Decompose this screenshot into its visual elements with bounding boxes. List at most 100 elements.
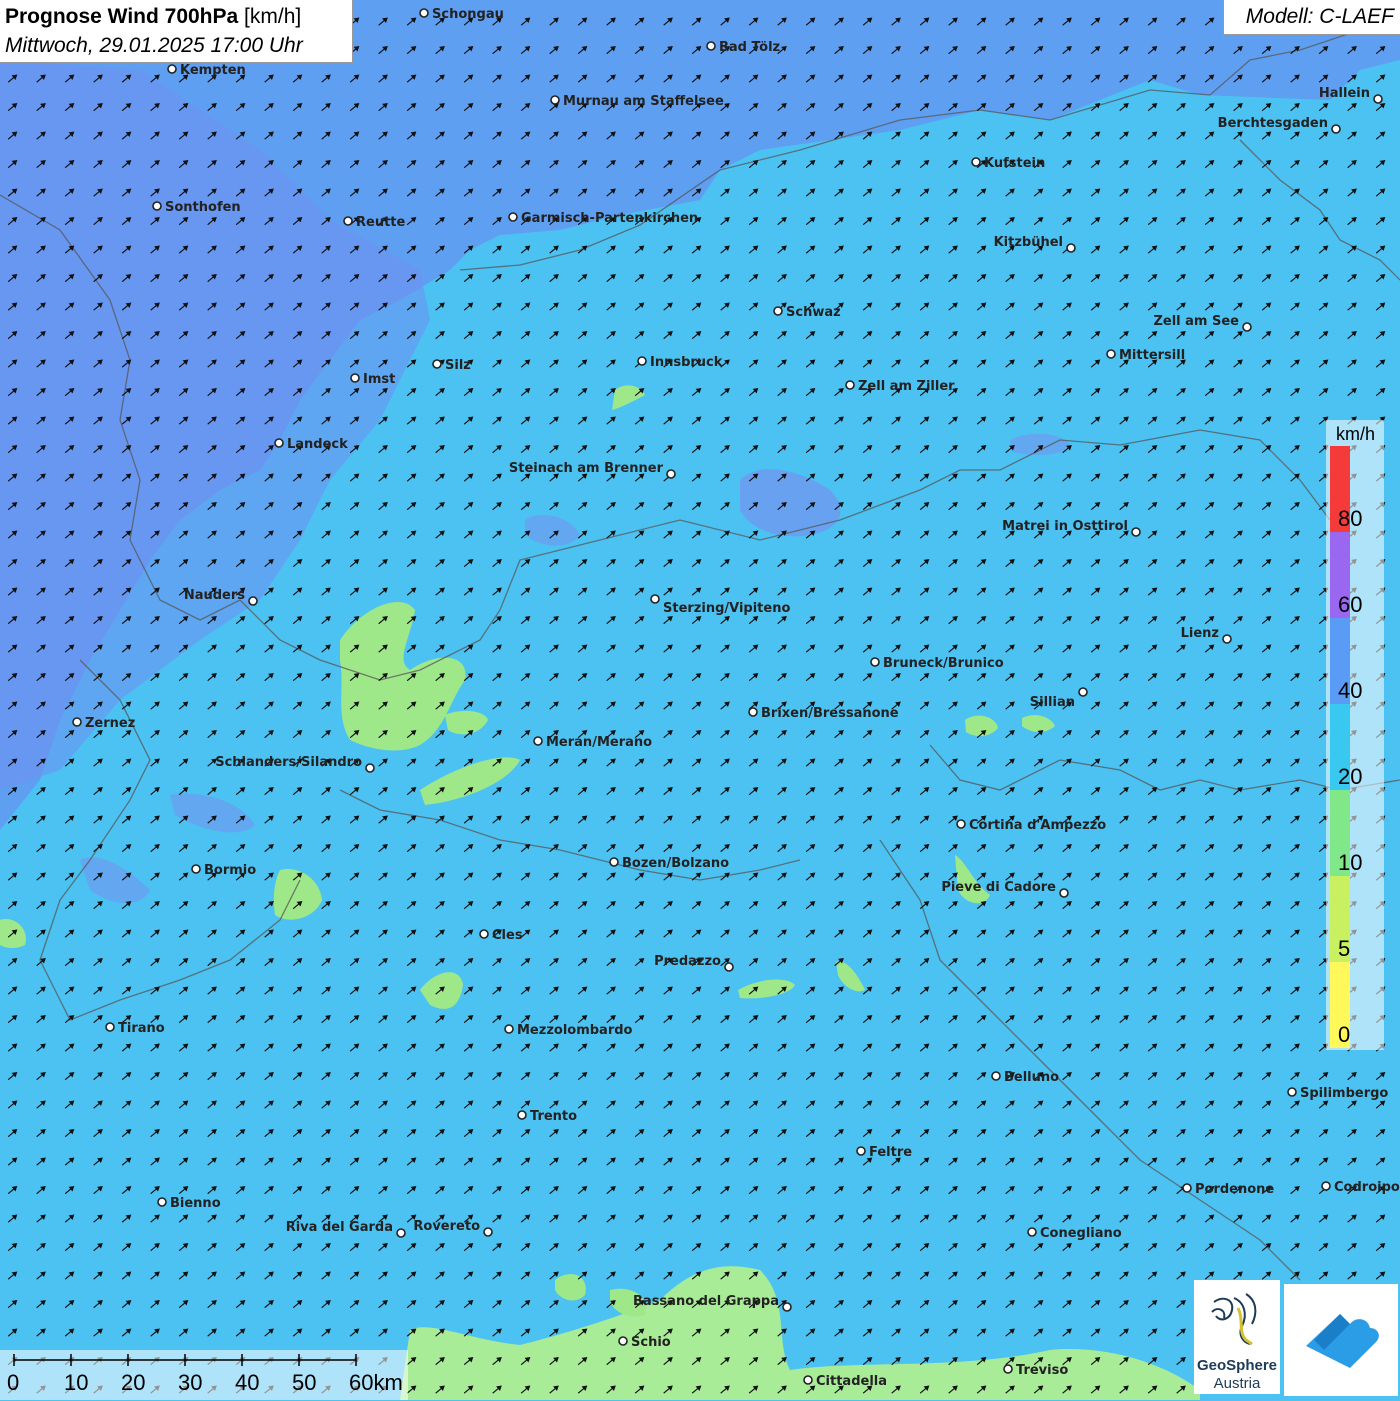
city-dot [153,202,161,210]
city-marker[interactable]: Garmisch-Partenkirchen [509,211,698,226]
city-label: Bormio [204,863,256,878]
city-label: Meran/Merano [546,735,652,750]
city-dot [992,1072,1000,1080]
city-marker[interactable]: Innsbruck [638,355,723,370]
legend-step-label: 40 [1338,678,1362,704]
city-label: Zell am See [1153,314,1239,329]
color-legend: km/h 051020406080 [1326,420,1384,1050]
city-label: Schio [631,1335,671,1350]
city-marker[interactable]: Brixen/Bressanone [749,706,899,721]
city-dot [972,158,980,166]
city-label: Bozen/Bolzano [622,856,729,871]
city-dot [168,65,176,73]
city-dot [1332,125,1340,133]
scale-bar: 0102030405060km [0,1350,408,1400]
city-dot [707,42,715,50]
city-label: Pordenone [1195,1182,1274,1197]
city-label: Predazzo [654,954,721,969]
city-marker[interactable]: Mezzolombardo [505,1023,633,1038]
map-title-unit: [km/h] [244,5,301,28]
city-marker[interactable]: Kitzbühel [994,235,1075,252]
city-marker[interactable]: Spilimbergo [1288,1086,1388,1101]
geosphere-logo-line2: Austria [1194,1375,1280,1392]
city-marker[interactable]: Cortina d'Ampezzo [957,818,1106,833]
city-marker[interactable]: Berchtesgaden [1218,116,1340,133]
city-label: Conegliano [1040,1226,1122,1241]
city-marker[interactable]: Steinach am Brenner [509,461,675,478]
city-label: Spilimbergo [1300,1086,1388,1101]
city-dot [249,597,257,605]
city-label: Schongau [432,7,504,22]
city-marker[interactable]: Conegliano [1028,1226,1122,1241]
city-label: Mittersill [1119,348,1185,363]
city-label: Cortina d'Ampezzo [969,818,1106,833]
city-label: Garmisch-Partenkirchen [521,211,698,226]
city-dot [1004,1365,1012,1373]
map-title: Prognose Wind 700hPa [km/h] [5,5,301,29]
city-marker[interactable]: Zell am See [1153,314,1251,331]
scale-label: 10 [64,1370,88,1396]
city-dot [783,1303,791,1311]
city-label: Codroipo [1334,1180,1400,1195]
city-label: Schwaz [786,305,841,320]
city-label: Kitzbühel [994,235,1063,250]
wind-map[interactable]: Schongau Bad Tölz Kempten Murnau am Staffel… [0,0,1400,1400]
city-marker[interactable]: Mittersill [1107,348,1185,363]
weather-app-logo[interactable] [1284,1284,1398,1396]
city-label: Sillian [1030,695,1075,710]
city-marker[interactable]: Schongau [420,7,504,22]
city-label: Kufstein [984,156,1045,171]
legend-step-label: 0 [1338,1022,1350,1048]
geosphere-logo-icon [1194,1280,1280,1356]
city-marker[interactable]: Sonthofen [153,200,241,215]
city-marker[interactable]: Bruneck/Brunico [871,656,1004,671]
city-marker[interactable]: Codroipo [1322,1180,1400,1195]
city-label: Riva del Garda [286,1220,393,1235]
city-marker[interactable]: Matrei in Osttirol [1002,519,1140,536]
city-dot [804,1376,812,1384]
geosphere-logo-line1: GeoSphere [1194,1357,1280,1374]
city-dot [509,213,517,221]
city-dot [1183,1184,1191,1192]
city-marker[interactable]: Bassano del Grappa [633,1294,791,1311]
city-dot [957,820,965,828]
city-label: Cittadella [816,1374,887,1389]
city-dot [774,307,782,315]
city-dot [1243,323,1251,331]
city-dot [505,1025,513,1033]
city-marker[interactable]: Kempten [168,63,246,78]
map-title-main: Prognose Wind 700hPa [5,5,238,28]
city-label: Cles [492,928,523,943]
city-marker[interactable]: Riva del Garda [286,1220,405,1237]
city-dot [518,1111,526,1119]
city-marker[interactable]: Pordenone [1183,1182,1274,1197]
city-dot [725,963,733,971]
city-label: Bad Tölz [719,40,780,55]
city-dot [857,1147,865,1155]
city-dot [351,374,359,382]
city-marker[interactable]: Murnau am Staffelsee [551,94,724,109]
city-label: Reutte [356,215,406,230]
city-label: Mezzolombardo [517,1023,633,1038]
legend-step-label: 10 [1338,850,1362,876]
city-marker[interactable]: Zell am Ziller [846,379,955,394]
city-marker[interactable]: Meran/Merano [534,735,652,750]
city-dot [484,1228,492,1236]
city-label: Bassano del Grappa [633,1294,779,1309]
scale-label: 60km [349,1370,403,1396]
city-dot [1107,350,1115,358]
city-dot [638,357,646,365]
city-label: Landeck [287,437,348,452]
city-label: Pieve di Cadore [941,880,1056,895]
city-label: Nauders [184,588,245,603]
city-dot [1079,688,1087,696]
city-marker[interactable]: Bozen/Bolzano [610,856,729,871]
city-marker[interactable]: Cittadella [804,1374,887,1389]
legend-unit: km/h [1336,424,1375,445]
city-dot [846,381,854,389]
city-marker[interactable]: Schlanders/Silandro [215,755,374,772]
city-dot [619,1337,627,1345]
city-marker[interactable]: Pieve di Cadore [941,880,1068,897]
geosphere-logo[interactable]: GeoSphere Austria [1194,1280,1280,1394]
city-dot [1374,95,1382,103]
